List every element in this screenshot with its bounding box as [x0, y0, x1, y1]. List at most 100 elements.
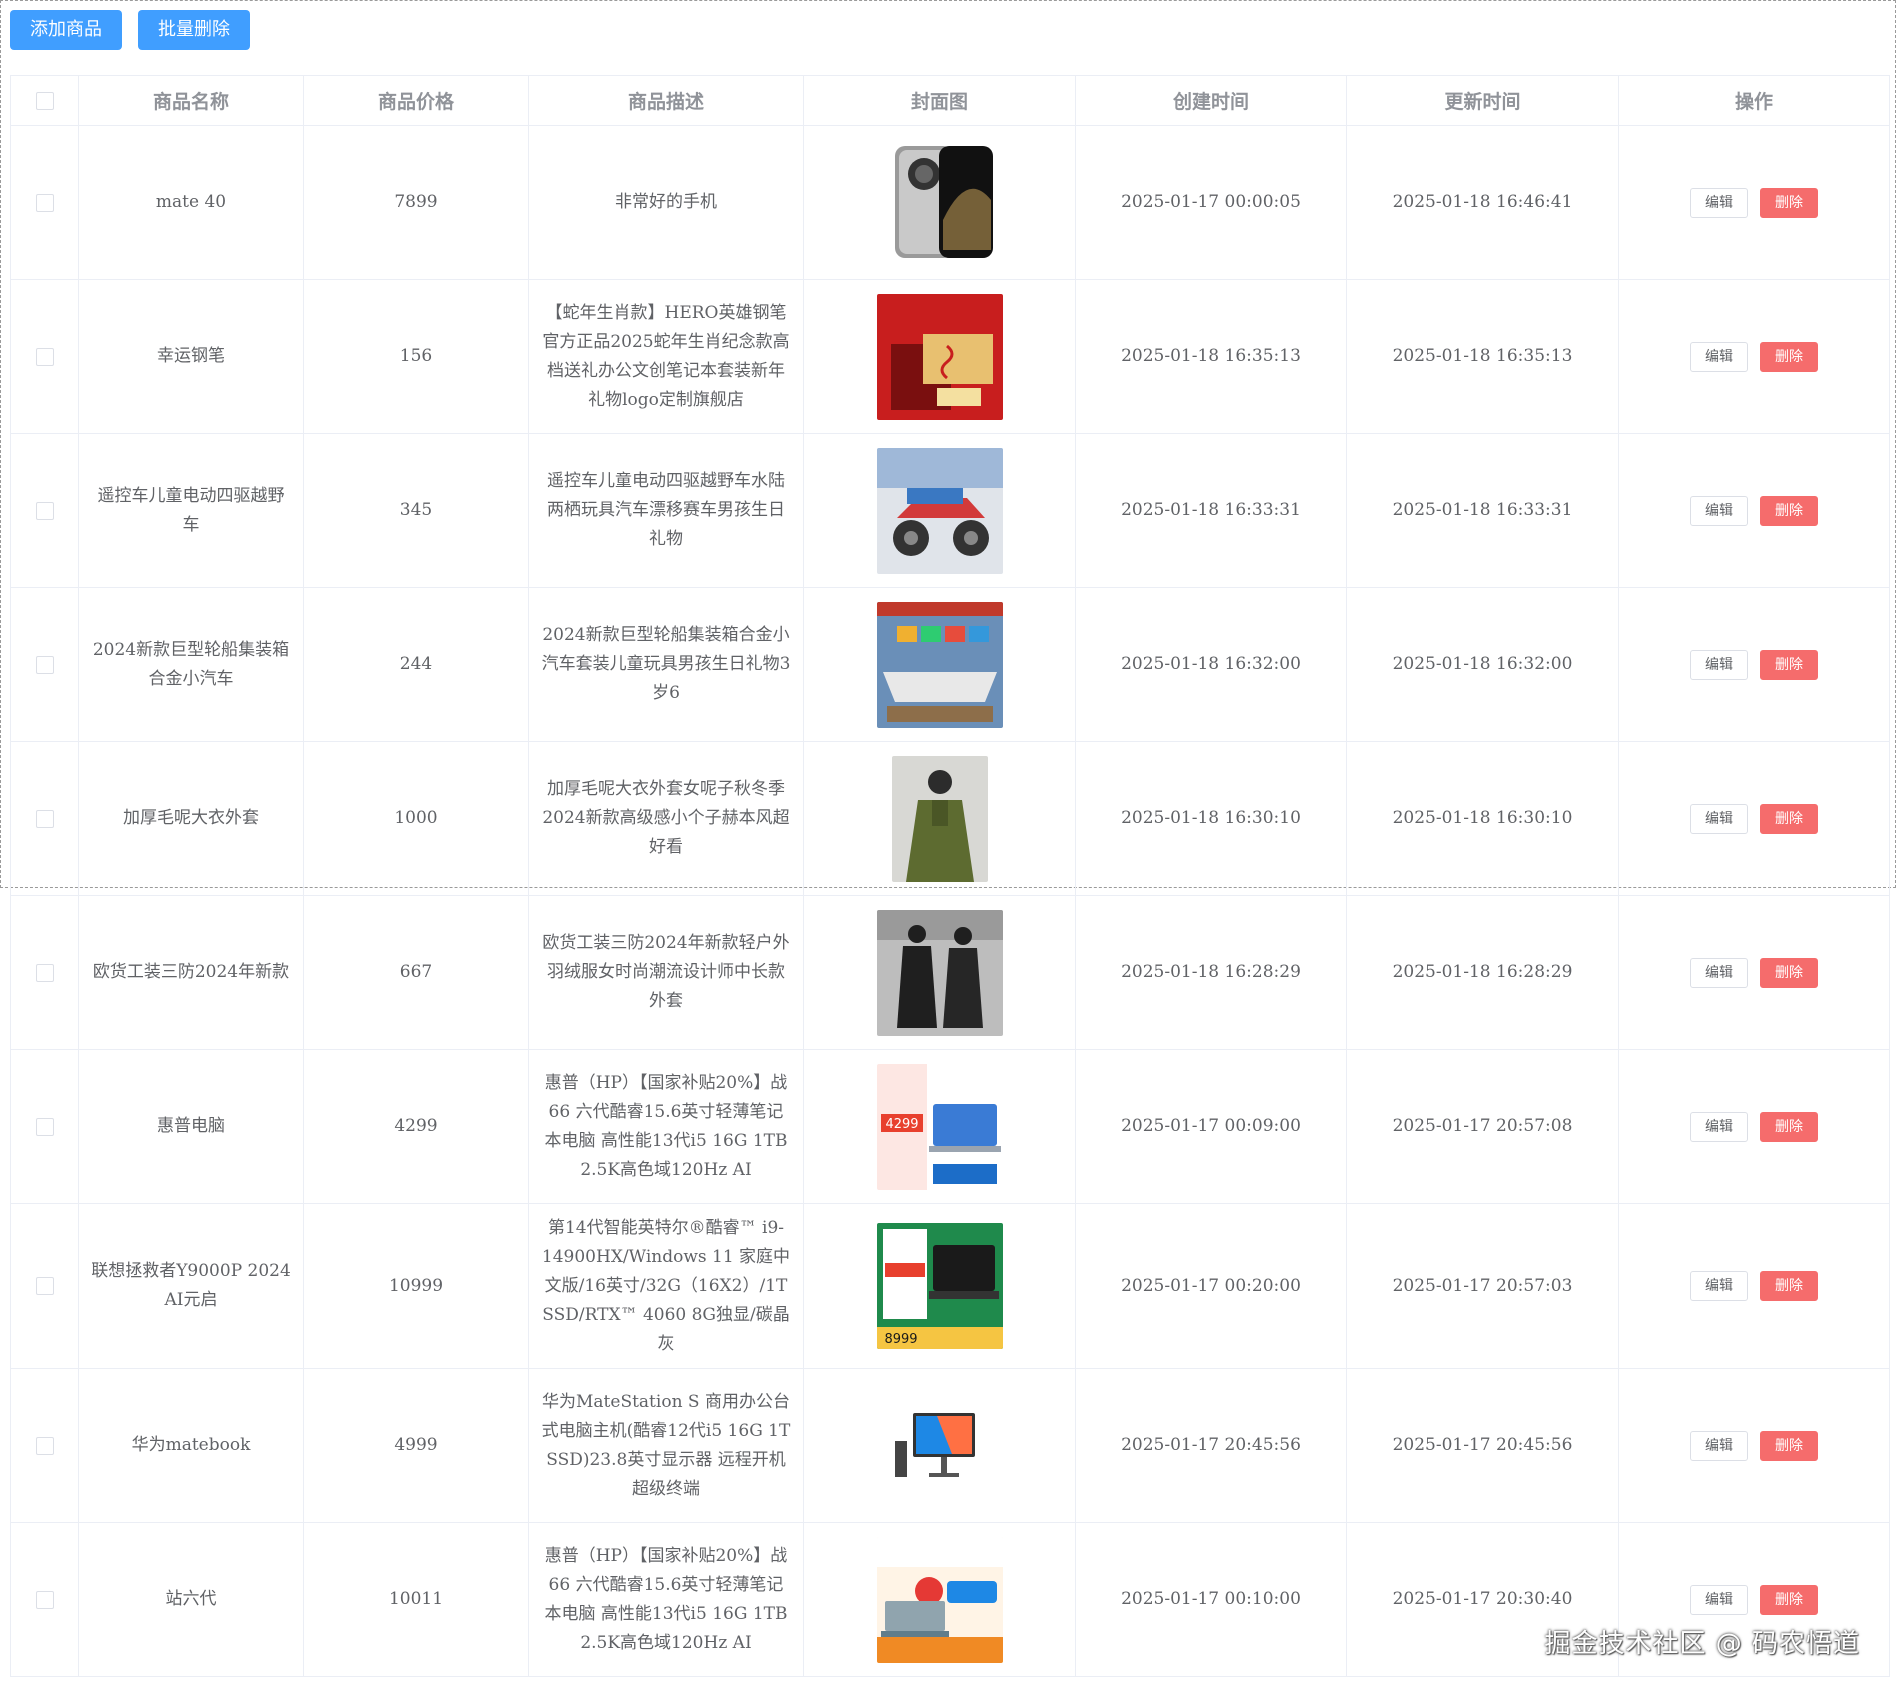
- delete-button[interactable]: 删除: [1760, 1111, 1818, 1142]
- delete-button[interactable]: 删除: [1760, 495, 1818, 526]
- row-checkbox[interactable]: [35, 1277, 54, 1295]
- product-name: 2024新款巨型轮船集装箱合金小汽车: [78, 587, 304, 742]
- product-name: 欧货工装三防2024年新款: [78, 895, 304, 1050]
- actions-cell: 编辑 删除: [1618, 895, 1890, 1050]
- header-desc: 商品描述: [528, 75, 804, 126]
- created-time: 2025-01-18 16:30:10: [1075, 741, 1347, 896]
- row-select-cell: [10, 279, 79, 434]
- product-desc: 欧货工装三防2024年新款轻户外羽绒服女时尚潮流设计师中长款外套: [528, 895, 804, 1050]
- row-select-cell: [10, 125, 79, 280]
- created-time: 2025-01-18 16:32:00: [1075, 587, 1347, 742]
- product-name: 加厚毛呢大衣外套: [78, 741, 304, 896]
- product-price: 4299: [303, 1049, 529, 1204]
- product-price: 4999: [303, 1368, 529, 1523]
- row-checkbox[interactable]: [35, 347, 54, 366]
- row-checkbox[interactable]: [35, 193, 54, 212]
- cover-cell: 8999: [803, 1203, 1076, 1369]
- created-time: 2025-01-18 16:28:29: [1075, 895, 1347, 1050]
- table-row: mate 40 7899 非常好的手机 2025-01-17 00:00:05 …: [10, 125, 1890, 280]
- row-checkbox[interactable]: [35, 1436, 54, 1455]
- edit-button[interactable]: 编辑: [1690, 341, 1748, 372]
- row-select-cell: [10, 741, 79, 896]
- delete-button[interactable]: 删除: [1760, 1271, 1818, 1301]
- product-table: 商品名称 商品价格 商品描述 封面图 创建时间 更新时间 操作 mate 40 …: [10, 75, 1890, 1677]
- product-desc: 第14代智能英特尔®酷睿™ i9-14900HX/Windows 11 家庭中文…: [528, 1203, 804, 1369]
- row-select-cell: [10, 1049, 79, 1204]
- delete-button[interactable]: 删除: [1760, 1584, 1818, 1615]
- header-price: 商品价格: [303, 75, 529, 126]
- product-name: mate 40: [78, 125, 304, 280]
- delete-button[interactable]: 删除: [1760, 803, 1818, 834]
- created-time: 2025-01-17 00:20:00: [1075, 1203, 1347, 1369]
- updated-time: 2025-01-18 16:46:41: [1346, 125, 1619, 280]
- product-desc: 华为MateStation S 商用办公台式电脑主机(酷睿12代i5 16G 1…: [528, 1368, 804, 1523]
- updated-time: 2025-01-18 16:33:31: [1346, 433, 1619, 588]
- product-name: 遥控车儿童电动四驱越野车: [78, 433, 304, 588]
- header-actions: 操作: [1618, 75, 1890, 126]
- product-name: 站六代: [78, 1522, 304, 1677]
- row-checkbox[interactable]: [35, 963, 54, 982]
- add-product-button[interactable]: 添加商品: [10, 10, 122, 50]
- rc-car-image: [876, 447, 1003, 574]
- edit-button[interactable]: 编辑: [1690, 1584, 1748, 1615]
- cover-cell: [803, 1368, 1076, 1523]
- edit-button[interactable]: 编辑: [1690, 957, 1748, 988]
- product-desc: 惠普（HP）【国家补贴20%】战66 六代酷睿15.6英寸轻薄笔记本电脑 高性能…: [528, 1049, 804, 1204]
- table-row: 欧货工装三防2024年新款 667 欧货工装三防2024年新款轻户外羽绒服女时尚…: [10, 895, 1890, 1050]
- row-select-cell: [10, 1368, 79, 1523]
- row-checkbox[interactable]: [35, 1117, 54, 1136]
- edit-button[interactable]: 编辑: [1690, 1271, 1748, 1301]
- product-price: 156: [303, 279, 529, 434]
- updated-time: 2025-01-17 20:57:08: [1346, 1049, 1619, 1204]
- pen-gift-box-image: [876, 293, 1003, 420]
- edit-button[interactable]: 编辑: [1690, 649, 1748, 680]
- cover-cell: [803, 125, 1076, 280]
- delete-button[interactable]: 删除: [1760, 1430, 1818, 1461]
- toy-ship-image: [876, 601, 1003, 728]
- delete-button[interactable]: 删除: [1760, 649, 1818, 680]
- cover-price-text: 8999: [884, 1332, 917, 1347]
- toolbar: 添加商品 批量删除: [10, 10, 250, 50]
- delete-button[interactable]: 删除: [1760, 187, 1818, 218]
- edit-button[interactable]: 编辑: [1690, 187, 1748, 218]
- row-select-cell: [10, 433, 79, 588]
- created-time: 2025-01-17 00:10:00: [1075, 1522, 1347, 1677]
- edit-button[interactable]: 编辑: [1690, 1430, 1748, 1461]
- actions-cell: 编辑 删除: [1618, 1368, 1890, 1523]
- created-time: 2025-01-17 00:09:00: [1075, 1049, 1347, 1204]
- created-time: 2025-01-17 20:45:56: [1075, 1368, 1347, 1523]
- row-checkbox[interactable]: [35, 1590, 54, 1609]
- created-time: 2025-01-18 16:35:13: [1075, 279, 1347, 434]
- product-price: 1000: [303, 741, 529, 896]
- updated-time: 2025-01-18 16:32:00: [1346, 587, 1619, 742]
- product-name: 幸运钢笔: [78, 279, 304, 434]
- cover-cell: 4299: [803, 1049, 1076, 1204]
- batch-delete-button[interactable]: 批量删除: [138, 10, 250, 50]
- updated-time: 2025-01-18 16:30:10: [1346, 741, 1619, 896]
- delete-button[interactable]: 删除: [1760, 957, 1818, 988]
- delete-button[interactable]: 删除: [1760, 341, 1818, 372]
- phone-image: [876, 139, 1003, 266]
- product-price: 7899: [303, 125, 529, 280]
- product-price: 10011: [303, 1522, 529, 1677]
- actions-cell: 编辑 删除: [1618, 279, 1890, 434]
- cover-cell: [803, 433, 1076, 588]
- edit-button[interactable]: 编辑: [1690, 803, 1748, 834]
- header-created: 创建时间: [1075, 75, 1347, 126]
- row-checkbox[interactable]: [35, 809, 54, 828]
- row-checkbox[interactable]: [35, 655, 54, 674]
- table-row: 华为matebook 4999 华为MateStation S 商用办公台式电脑…: [10, 1368, 1890, 1523]
- actions-cell: 编辑 删除: [1618, 1203, 1890, 1369]
- actions-cell: 编辑 删除: [1618, 1049, 1890, 1204]
- select-all-checkbox[interactable]: [35, 92, 54, 110]
- product-name: 华为matebook: [78, 1368, 304, 1523]
- row-select-cell: [10, 895, 79, 1050]
- table-row: 2024新款巨型轮船集装箱合金小汽车 244 2024新款巨型轮船集装箱合金小汽…: [10, 587, 1890, 742]
- updated-time: 2025-01-17 20:45:56: [1346, 1368, 1619, 1523]
- row-checkbox[interactable]: [35, 501, 54, 520]
- edit-button[interactable]: 编辑: [1690, 495, 1748, 526]
- edit-button[interactable]: 编辑: [1690, 1111, 1748, 1142]
- row-select-cell: [10, 1522, 79, 1677]
- cover-cell: [803, 741, 1076, 896]
- updated-time: 2025-01-18 16:35:13: [1346, 279, 1619, 434]
